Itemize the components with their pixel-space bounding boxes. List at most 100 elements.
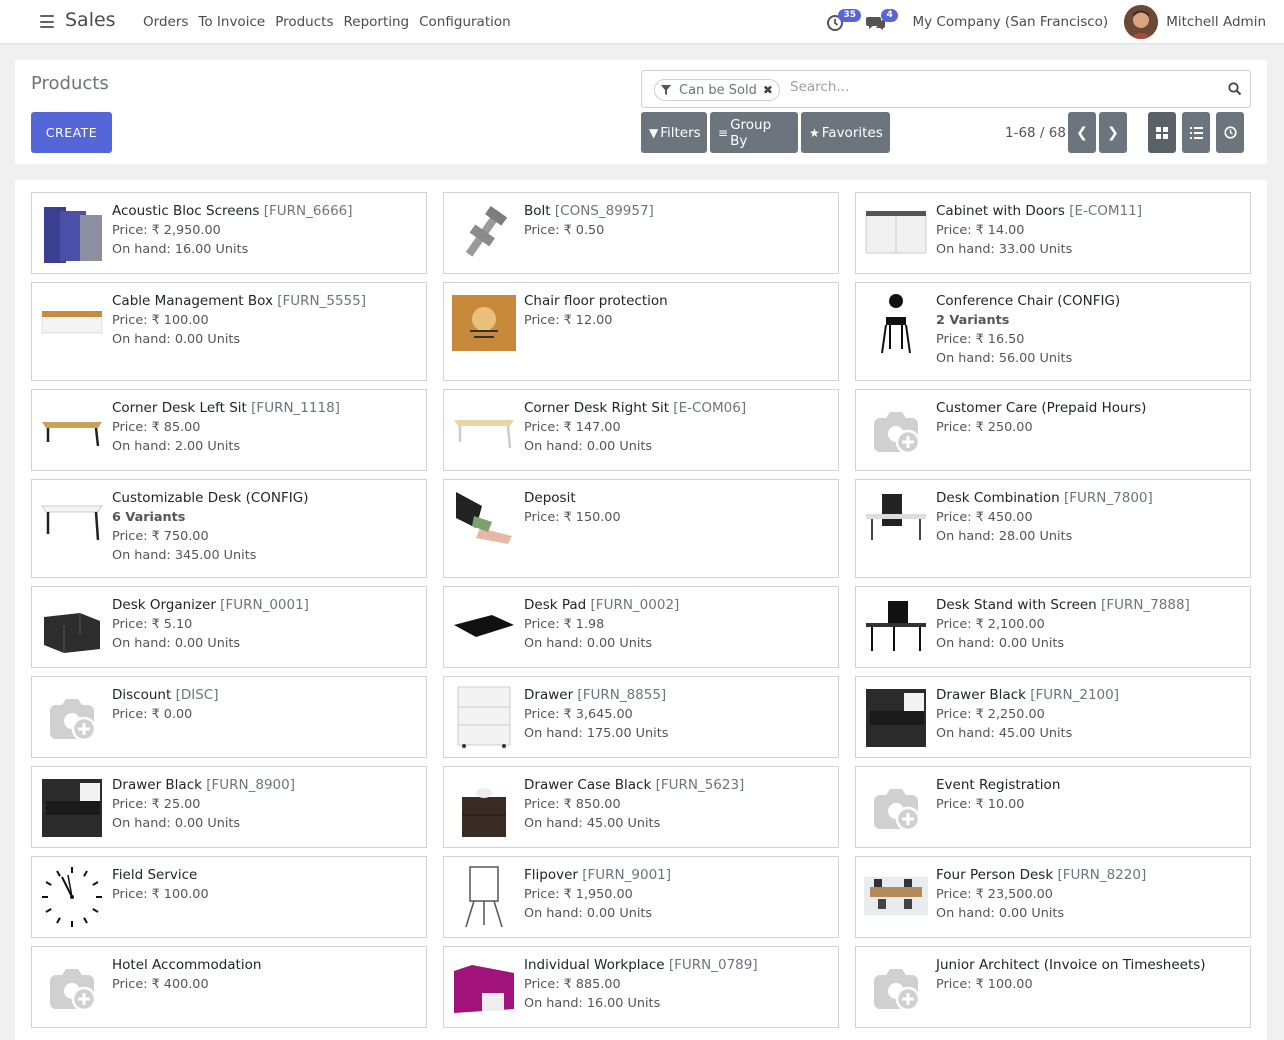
product-on-hand: On hand: 175.00 Units: [524, 726, 669, 741]
activity-view-button[interactable]: [1216, 112, 1244, 153]
product-code: [DISC]: [175, 687, 219, 703]
product-card[interactable]: Drawer Black [FURN_8900] Price: ₹ 25.00 On…: [31, 766, 427, 848]
product-info: Customizable Desk (CONFIG) 6 Variants Pric…: [112, 490, 418, 564]
app-name[interactable]: Sales: [65, 9, 116, 31]
product-code: [FURN_8220]: [1057, 867, 1147, 883]
product-name: Conference Chair (CONFIG): [936, 293, 1242, 310]
group-by-label: Group By: [730, 116, 772, 149]
product-code: [FURN_8900]: [206, 777, 295, 793]
search-bar: Can be Sold ✖: [641, 70, 1251, 108]
pager-next-button[interactable]: ❯: [1099, 112, 1127, 153]
product-on-hand: On hand: 45.00 Units: [936, 726, 1073, 741]
menu-orders[interactable]: Orders: [143, 14, 188, 30]
product-card[interactable]: Individual Workplace [FURN_0789] Price: ₹…: [443, 946, 839, 1028]
product-name-text: Corner Desk Left Sit: [112, 400, 247, 416]
create-button[interactable]: CREATE: [31, 112, 112, 153]
menu-configuration[interactable]: Configuration: [419, 14, 511, 30]
product-price: Price: ₹ 850.00: [524, 797, 621, 812]
group-by-button[interactable]: ≡ Group By: [710, 112, 798, 153]
product-card[interactable]: Customer Care (Prepaid Hours) Price: ₹ 25…: [855, 389, 1251, 471]
product-price: Price: ₹ 100.00: [112, 313, 209, 328]
product-card[interactable]: Desk Organizer [FURN_0001] Price: ₹ 5.10 O…: [31, 586, 427, 668]
filters-label: Filters: [660, 124, 701, 141]
star-icon: ★: [809, 125, 820, 140]
search-icon[interactable]: [1228, 82, 1242, 96]
filters-button[interactable]: ▼ Filters: [641, 112, 707, 153]
list-view-button[interactable]: [1182, 112, 1210, 153]
menu-reporting[interactable]: Reporting: [343, 14, 409, 30]
product-card[interactable]: Drawer Black [FURN_2100] Price: ₹ 2,250.0…: [855, 676, 1251, 758]
product-info: Field Service Price: ₹ 100.00: [112, 867, 418, 903]
product-image: [452, 775, 516, 839]
product-card[interactable]: Bolt [CONS_89957] Price: ₹ 0.50: [443, 192, 839, 274]
product-card[interactable]: Acoustic Bloc Screens [FURN_6666] Price: …: [31, 192, 427, 274]
user-menu[interactable]: Mitchell Admin: [1166, 14, 1266, 30]
product-name: Drawer [FURN_8855]: [524, 687, 830, 704]
app-menu-icon[interactable]: [40, 15, 54, 28]
product-name: Discount [DISC]: [112, 687, 418, 704]
product-card[interactable]: Conference Chair (CONFIG) 2 Variants Price…: [855, 282, 1251, 381]
product-price: Price: ₹ 0.00: [112, 707, 193, 722]
product-card[interactable]: Cabinet with Doors [E-COM11] Price: ₹ 14.…: [855, 192, 1251, 274]
activity-menu[interactable]: 35: [826, 9, 862, 33]
messaging-menu[interactable]: 4: [866, 9, 898, 33]
menu-to-invoice[interactable]: To Invoice: [198, 14, 265, 30]
favorites-button[interactable]: ★ Favorites: [801, 112, 890, 153]
message-badge: 4: [881, 9, 898, 22]
product-name: Acoustic Bloc Screens [FURN_6666]: [112, 203, 418, 220]
remove-facet-icon[interactable]: ✖: [763, 83, 773, 97]
pager-value[interactable]: 1-68 / 68: [1005, 125, 1066, 141]
product-card[interactable]: Cable Management Box [FURN_5555] Price: ₹…: [31, 282, 427, 381]
search-facet: Can be Sold ✖: [654, 79, 780, 101]
product-card[interactable]: Field Service Price: ₹ 100.00: [31, 856, 427, 938]
product-card[interactable]: Deposit Price: ₹ 150.00: [443, 479, 839, 578]
product-card[interactable]: Chair floor protection Price: ₹ 12.00: [443, 282, 839, 381]
product-image: [40, 201, 104, 265]
product-card[interactable]: Flipover [FURN_9001] Price: ₹ 1,950.00 On …: [443, 856, 839, 938]
product-name: Drawer Black [FURN_2100]: [936, 687, 1242, 704]
product-card[interactable]: Corner Desk Left Sit [FURN_1118] Price: ₹…: [31, 389, 427, 471]
product-name: Corner Desk Left Sit [FURN_1118]: [112, 400, 418, 417]
product-card[interactable]: Desk Combination [FURN_7800] Price: ₹ 450…: [855, 479, 1251, 578]
product-card[interactable]: Hotel Accommodation Price: ₹ 400.00: [31, 946, 427, 1028]
product-name: Event Registration: [936, 777, 1242, 794]
product-price: Price: ₹ 150.00: [524, 510, 621, 525]
product-name-text: Desk Organizer: [112, 597, 216, 613]
user-avatar[interactable]: [1124, 5, 1159, 39]
camera-placeholder-icon: [864, 398, 928, 462]
product-image: [864, 291, 928, 355]
product-image: [452, 595, 516, 659]
product-name-text: Drawer Case Black: [524, 777, 652, 793]
product-info: Desk Stand with Screen [FURN_7888] Price:…: [936, 597, 1242, 652]
product-card[interactable]: Discount [DISC] Price: ₹ 0.00: [31, 676, 427, 758]
product-card[interactable]: Drawer Case Black [FURN_5623] Price: ₹ 85…: [443, 766, 839, 848]
product-code: [FURN_7888]: [1101, 597, 1190, 613]
product-card[interactable]: Desk Pad [FURN_0002] Price: ₹ 1.98 On hand…: [443, 586, 839, 668]
product-image: [452, 201, 516, 265]
product-name: Cabinet with Doors [E-COM11]: [936, 203, 1242, 220]
company-switcher[interactable]: My Company (San Francisco): [912, 14, 1108, 30]
pager-previous-button[interactable]: ❮: [1068, 112, 1096, 153]
clock-icon: [1223, 126, 1237, 139]
search-input[interactable]: [790, 79, 1210, 95]
menu-products[interactable]: Products: [275, 14, 333, 30]
product-card[interactable]: Drawer [FURN_8855] Price: ₹ 3,645.00 On ha…: [443, 676, 839, 758]
product-code: [CONS_89957]: [554, 203, 654, 219]
product-image: [864, 595, 928, 659]
product-on-hand: On hand: 28.00 Units: [936, 529, 1073, 544]
product-card[interactable]: Junior Architect (Invoice on Timesheets)…: [855, 946, 1251, 1028]
product-price: Price: ₹ 100.00: [936, 977, 1033, 992]
product-name: Field Service: [112, 867, 418, 884]
product-name: Bolt [CONS_89957]: [524, 203, 830, 220]
product-card[interactable]: Customizable Desk (CONFIG) 6 Variants Pric…: [31, 479, 427, 578]
product-card[interactable]: Desk Stand with Screen [FURN_7888] Price:…: [855, 586, 1251, 668]
product-info: Customer Care (Prepaid Hours) Price: ₹ 25…: [936, 400, 1242, 436]
product-name: Drawer Case Black [FURN_5623]: [524, 777, 830, 794]
product-card[interactable]: Event Registration Price: ₹ 10.00: [855, 766, 1251, 848]
product-price: Price: ₹ 100.00: [112, 887, 209, 902]
product-card[interactable]: Corner Desk Right Sit [E-COM06] Price: ₹ …: [443, 389, 839, 471]
kanban-view-button[interactable]: [1148, 112, 1176, 153]
product-info: Hotel Accommodation Price: ₹ 400.00: [112, 957, 418, 993]
product-name-text: Hotel Accommodation: [112, 957, 262, 973]
product-card[interactable]: Four Person Desk [FURN_8220] Price: ₹ 23,…: [855, 856, 1251, 938]
